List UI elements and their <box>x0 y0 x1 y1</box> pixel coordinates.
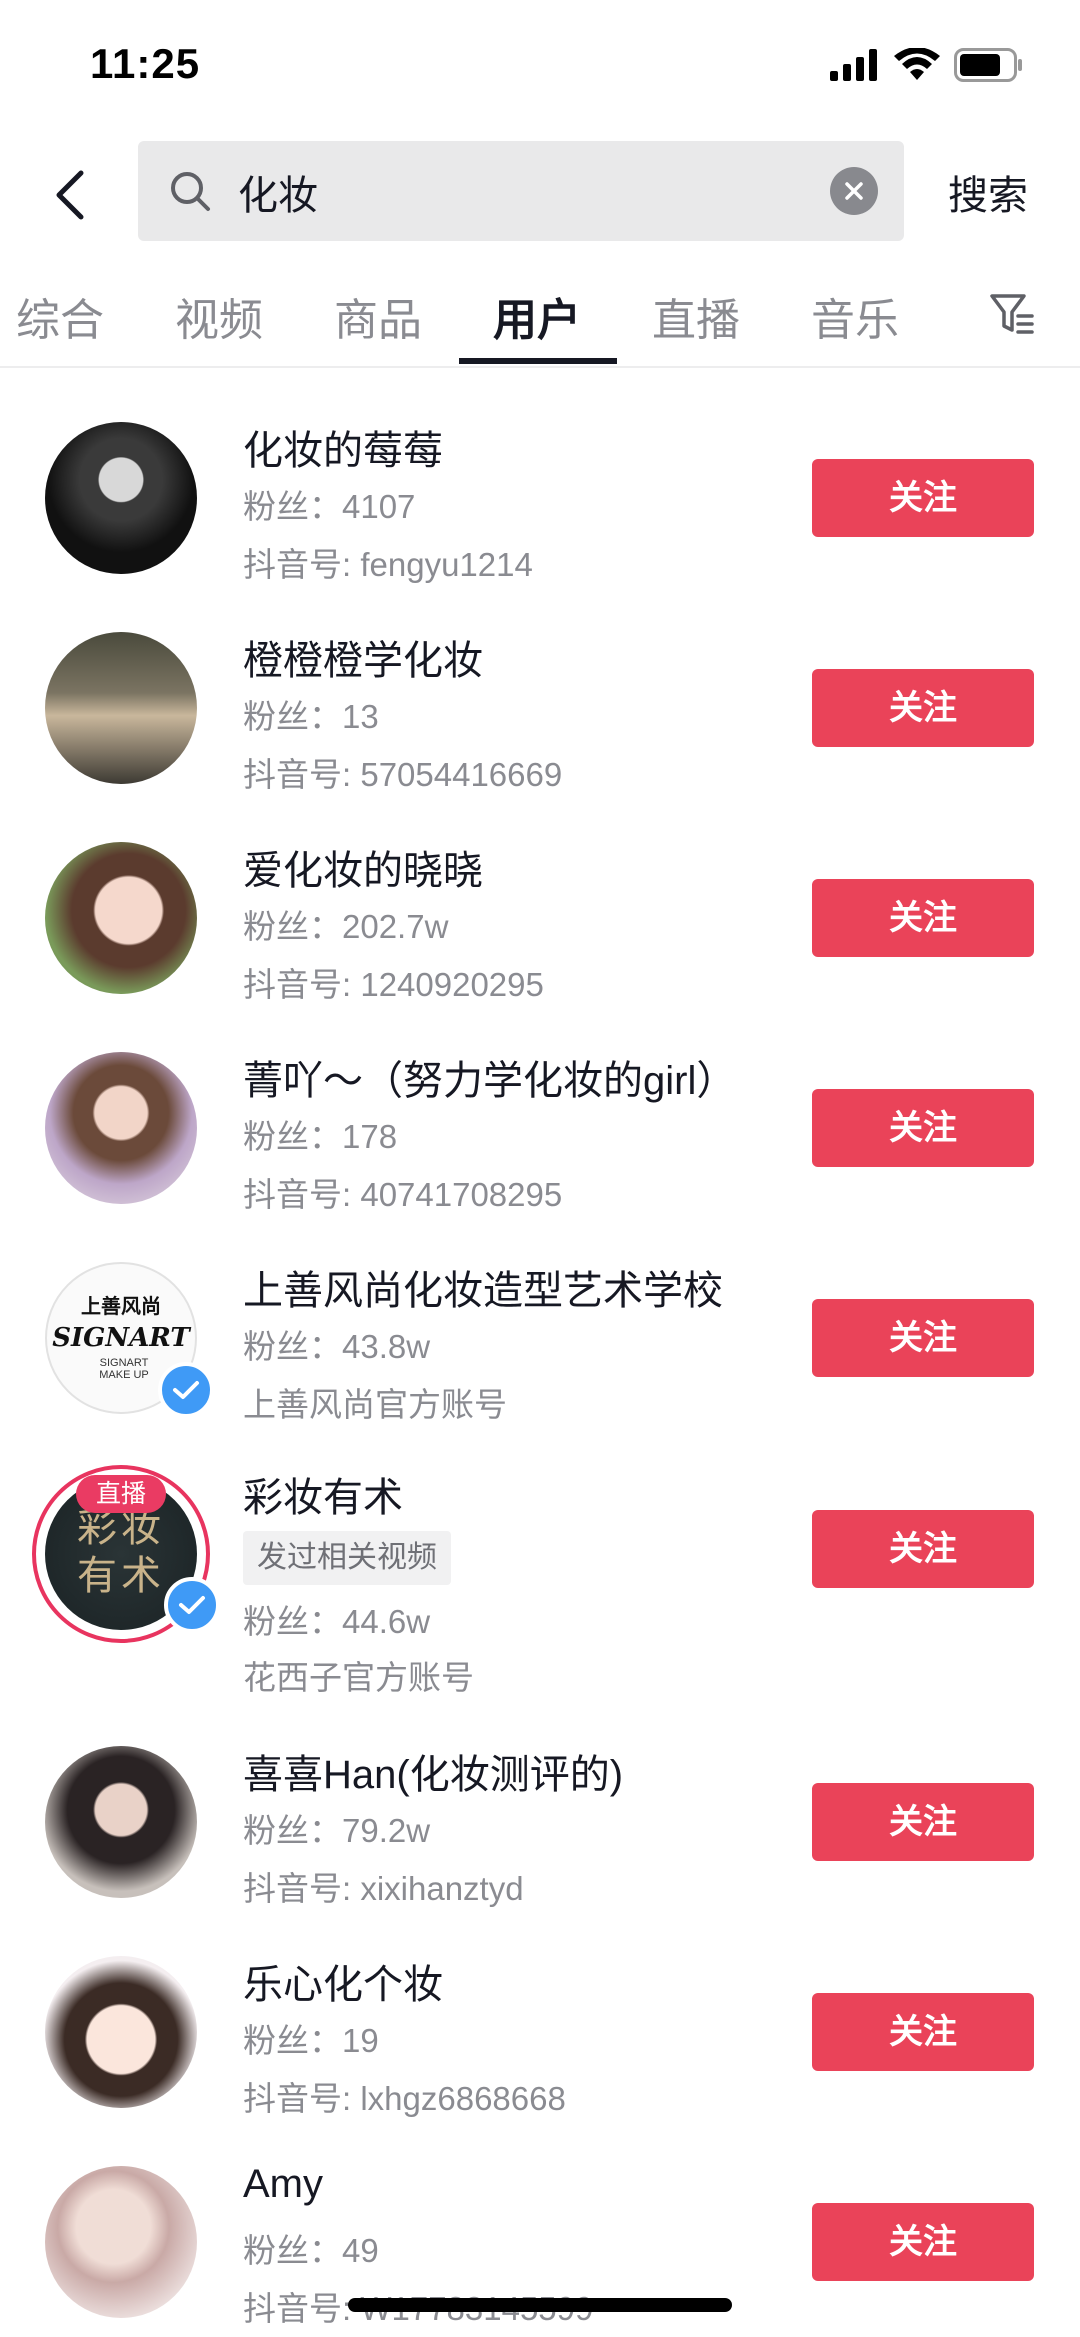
user-name: 橙橙橙学化妆 <box>243 639 483 683</box>
avatar-text: 彩妆有术 <box>77 1505 165 1599</box>
follow-button[interactable]: 关注 <box>812 1089 1034 1167</box>
user-row[interactable]: 喜喜Han(化妆测评的) 粉丝：79.2w 抖音号: xixihanztyd 关… <box>0 1728 1080 1928</box>
related-video-tag: 发过相关视频 <box>243 1531 451 1585</box>
clear-search-button[interactable] <box>830 167 878 215</box>
live-badge: 直播 <box>76 1475 166 1513</box>
user-row[interactable]: 化妆的莓莓 粉丝：4107 抖音号: fengyu1214 关注 <box>0 400 1080 600</box>
wifi-icon <box>894 48 940 80</box>
account-description: 上善风尚官方账号 <box>243 1386 507 1423</box>
search-header: 化妆 搜索 <box>0 135 1080 255</box>
fans-count: 粉丝：4107 <box>243 488 416 525</box>
douyin-id: 抖音号: xixihanztyd <box>243 1870 524 1907</box>
follow-button[interactable]: 关注 <box>812 1299 1034 1377</box>
user-name: 化妆的莓莓 <box>243 429 443 473</box>
fans-count: 粉丝：44.6w <box>243 1603 431 1640</box>
avatar[interactable] <box>45 2166 197 2318</box>
clear-icon <box>845 182 863 200</box>
douyin-id: 抖音号: 40741708295 <box>243 1176 563 1213</box>
fans-count: 粉丝：202.7w <box>243 908 449 945</box>
follow-button[interactable]: 关注 <box>812 459 1034 537</box>
avatar[interactable] <box>45 422 197 574</box>
fans-count: 粉丝：19 <box>243 2022 379 2059</box>
avatar[interactable] <box>45 842 197 994</box>
avatar-logo-sign: SIGNART <box>52 1323 190 1353</box>
battery-icon <box>954 48 1022 82</box>
douyin-id: 抖音号: 57054416669 <box>243 756 563 793</box>
tab-live[interactable]: 直播 <box>652 284 740 348</box>
search-submit-button[interactable]: 搜索 <box>948 163 1028 221</box>
home-indicator <box>348 2298 732 2312</box>
user-row[interactable]: 菁吖～（努力学化妆的girl） 粉丝：178 抖音号: 40741708295 … <box>0 1030 1080 1230</box>
follow-button[interactable]: 关注 <box>812 879 1034 957</box>
search-input[interactable]: 化妆 <box>138 141 904 241</box>
status-bar: 11:25 <box>0 0 1080 135</box>
tab-users[interactable]: 用户 <box>493 284 581 348</box>
search-query: 化妆 <box>238 174 318 218</box>
fans-count: 粉丝：178 <box>243 1118 398 1155</box>
back-button[interactable] <box>40 155 100 235</box>
douyin-id: 抖音号: fengyu1214 <box>243 546 533 583</box>
tab-music[interactable]: 音乐 <box>811 284 899 348</box>
avatar[interactable] <box>45 1956 197 2108</box>
signal-icon <box>830 49 877 81</box>
follow-button[interactable]: 关注 <box>812 1783 1034 1861</box>
follow-button[interactable]: 关注 <box>812 669 1034 747</box>
verified-check-icon <box>173 1381 199 1399</box>
follow-button[interactable]: 关注 <box>812 2203 1034 2281</box>
user-name: Amy <box>243 2162 323 2206</box>
user-row[interactable]: 彩妆有术 直播 彩妆有术 发过相关视频 粉丝：44.6w 花西子官方账号 关注 <box>0 1455 1080 1715</box>
verified-check-icon <box>179 1596 205 1614</box>
verified-badge <box>164 1577 220 1633</box>
verified-badge <box>158 1362 214 1418</box>
fans-count: 粉丝：49 <box>243 2232 379 2269</box>
avatar[interactable] <box>45 1052 197 1204</box>
douyin-id: 抖音号: 1240920295 <box>243 966 544 1003</box>
user-name: 彩妆有术 <box>243 1476 403 1520</box>
user-row[interactable]: 上善风尚 SIGNART SIGNART MAKE UP 上善风尚化妆造型艺术学… <box>0 1240 1080 1440</box>
douyin-id: 抖音号: lxhgz6868668 <box>243 2080 566 2117</box>
fans-count: 粉丝：79.2w <box>243 1812 431 1849</box>
user-name: 喜喜Han(化妆测评的) <box>243 1753 624 1797</box>
search-tabs: 综合 视频 商品 用户 直播 音乐 <box>0 270 1080 368</box>
status-icons <box>830 48 1024 82</box>
fans-count: 粉丝：13 <box>243 698 379 735</box>
tab-comprehensive[interactable]: 综合 <box>16 284 104 348</box>
account-description: 花西子官方账号 <box>243 1659 474 1696</box>
user-row[interactable]: 橙橙橙学化妆 粉丝：13 抖音号: 57054416669 关注 <box>0 610 1080 810</box>
avatar-logo-sub: SIGNART MAKE UP <box>99 1357 149 1381</box>
status-time: 11:25 <box>90 40 201 87</box>
user-name: 上善风尚化妆造型艺术学校 <box>243 1269 723 1313</box>
chevron-left-icon <box>56 170 84 220</box>
user-row[interactable]: 爱化妆的晓晓 粉丝：202.7w 抖音号: 1240920295 关注 <box>0 820 1080 1020</box>
tab-products[interactable]: 商品 <box>334 284 422 348</box>
follow-button[interactable]: 关注 <box>812 1510 1034 1588</box>
avatar-logo-text: 上善风尚 <box>81 1296 161 1318</box>
search-icon <box>171 172 210 211</box>
user-name: 菁吖～（努力学化妆的girl） <box>243 1059 737 1103</box>
active-tab-indicator <box>459 358 617 364</box>
avatar[interactable] <box>45 632 197 784</box>
user-name: 乐心化个妆 <box>243 1963 443 2007</box>
filter-icon[interactable] <box>988 290 1036 338</box>
fans-count: 粉丝：43.8w <box>243 1328 431 1365</box>
follow-button[interactable]: 关注 <box>812 1993 1034 2071</box>
tab-videos[interactable]: 视频 <box>175 284 263 348</box>
user-name: 爱化妆的晓晓 <box>243 849 483 893</box>
user-row[interactable]: 乐心化个妆 粉丝：19 抖音号: lxhgz6868668 关注 <box>0 1938 1080 2138</box>
avatar[interactable] <box>45 1746 197 1898</box>
